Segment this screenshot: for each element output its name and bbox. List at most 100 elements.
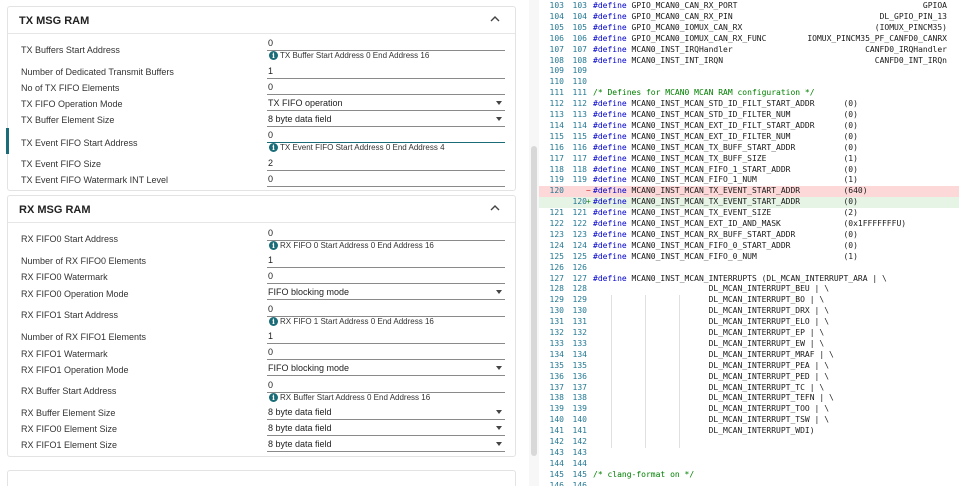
rx-buffer-start-address-input[interactable]: 0	[267, 380, 505, 393]
tx-fifo-operation-mode-select[interactable]: TX FIFO operation	[267, 98, 505, 111]
field-label: RX FIFO0 Element Size	[21, 424, 118, 434]
code-line[interactable]: 123 123 #define MCAN0_INST_MCAN_RX_BUFF_ST…	[539, 230, 959, 241]
scrollbar-thumb[interactable]	[531, 146, 537, 456]
dropdown-arrow-icon	[496, 442, 502, 446]
rx-fifo1-start-address-input[interactable]: 0	[267, 304, 505, 317]
tx-event-fifo-watermark-input[interactable]: 0	[267, 174, 505, 187]
code-line[interactable]: 140 140 DL_MCAN_INTERRUPT_TSW | \	[539, 415, 959, 426]
rx-fifo0-elements-input[interactable]: 1	[267, 255, 505, 268]
line-number-original: 144	[549, 458, 564, 468]
rx-fifo0-element-size-select[interactable]: 8 byte data field	[267, 423, 505, 436]
code-line[interactable]: 104 104 #define GPIO_MCAN0_CAN_RX_PIN DL_GP…	[539, 12, 959, 23]
line-number-original: 119	[549, 175, 564, 185]
code-text: #define MCAN0_INST_MCAN_FIFO_1_START_ADD…	[593, 164, 858, 174]
tx-event-fifo-start-address-input[interactable]: 0	[267, 130, 505, 143]
line-number-modified: 136	[572, 371, 587, 381]
line-number-original: 110	[549, 77, 564, 87]
tx-fifo-elements-input[interactable]: 0	[267, 82, 505, 95]
code-line[interactable]: 126 126	[539, 263, 959, 274]
rx-fifo0-start-address-input[interactable]: 0	[267, 228, 505, 241]
code-line[interactable]: 125 125 #define MCAN0_INST_MCAN_FIFO_0_NUM…	[539, 252, 959, 263]
tx-buffer-element-size-select[interactable]: 8 byte data field	[267, 114, 505, 127]
line-number-modified: 129	[572, 295, 587, 305]
code-line[interactable]: 136 136 DL_MCAN_INTERRUPT_PED | \	[539, 372, 959, 383]
code-text: #define MCAN0_INST_MCAN_TX_EVENT_SIZE (2…	[593, 208, 858, 218]
code-line[interactable]: 130 130 DL_MCAN_INTERRUPT_DRX | \	[539, 306, 959, 317]
line-number-original: 111	[549, 88, 564, 98]
code-line[interactable]: 144 144	[539, 459, 959, 470]
code-line[interactable]: 122 122 #define MCAN0_INST_MCAN_EXT_ID_AND…	[539, 219, 959, 230]
code-line[interactable]: 108 108 #define MCAN0_INST_INT_IRQN CANFD0_…	[539, 56, 959, 67]
tx-buffers-start-address-input[interactable]: 0	[267, 38, 505, 51]
code-line[interactable]: 118 118 #define MCAN0_INST_MCAN_FIFO_1_STA…	[539, 165, 959, 176]
code-line[interactable]: 131 131 DL_MCAN_INTERRUPT_ELO | \	[539, 317, 959, 328]
code-line[interactable]: 124 124 #define MCAN0_INST_MCAN_FIFO_0_STA…	[539, 241, 959, 252]
code-line[interactable]: 142 142	[539, 437, 959, 448]
line-number-modified: 145	[572, 469, 587, 479]
rx-msg-ram-header[interactable]: RX MSG RAM	[8, 196, 515, 223]
code-line[interactable]: 133 133 DL_MCAN_INTERRUPT_EW | \	[539, 339, 959, 350]
code-line[interactable]: 114 114 #define MCAN0_INST_MCAN_EXT_ID_FIL…	[539, 121, 959, 132]
code-text: #define MCAN0_INST_MCAN_STD_ID_FILTER_NU…	[593, 110, 858, 119]
line-number-original: 104	[549, 11, 564, 21]
field-value: 0	[268, 228, 274, 238]
code-line[interactable]: 135 135 DL_MCAN_INTERRUPT_PEA | \	[539, 361, 959, 372]
rx-fifo0-operation-mode-select[interactable]: FIFO blocking mode	[267, 287, 505, 300]
tx-event-fifo-size-input[interactable]: 2	[267, 158, 505, 171]
field-value: 8 byte data field	[268, 439, 332, 449]
dedicated-tx-buffers-input[interactable]: 1	[267, 66, 505, 79]
chevron-up-icon[interactable]	[489, 13, 501, 25]
dropdown-arrow-icon	[496, 117, 502, 121]
code-line[interactable]: 117 117 #define MCAN0_INST_MCAN_TX_BUFF_SI…	[539, 154, 959, 165]
keyword: #define	[593, 219, 627, 228]
code-line[interactable]: 116 116 #define MCAN0_INST_MCAN_TX_BUFF_ST…	[539, 143, 959, 154]
rx-fifo1-operation-mode-select[interactable]: FIFO blocking mode	[267, 363, 505, 376]
code-line[interactable]: 110 110	[539, 77, 959, 88]
rx-fifo1-watermark-input[interactable]: 0	[267, 347, 505, 360]
line-number-modified: 119	[572, 175, 587, 185]
code-line[interactable]: 113 113 #define MCAN0_INST_MCAN_STD_ID_FIL…	[539, 110, 959, 121]
code-text: #define MCAN0_INST_MCAN_FIFO_0_NUM (1)	[593, 251, 858, 261]
keyword: #define	[593, 229, 627, 239]
keyword: #define	[593, 153, 627, 163]
code-line[interactable]: 145 145 /* clang-format on */	[539, 470, 959, 481]
rx-fifo1-elements-input[interactable]: 1	[267, 331, 505, 344]
code-line[interactable]: 134 134 DL_MCAN_INTERRUPT_MRAF | \	[539, 350, 959, 361]
line-number-original: 146	[549, 480, 564, 486]
rx-fifo0-watermark-input[interactable]: 0	[267, 271, 505, 284]
rx-fifo1-element-size-select[interactable]: 8 byte data field	[267, 439, 505, 452]
code-line[interactable]: 138 138 DL_MCAN_INTERRUPT_TEFN | \	[539, 393, 959, 404]
code-line[interactable]: 109 109	[539, 66, 959, 77]
field-label: TX Buffers Start Address	[21, 45, 120, 55]
line-number-original: 129	[549, 295, 564, 305]
next-section-header-cutoff[interactable]	[7, 470, 516, 486]
tx-msg-ram-header[interactable]: TX MSG RAM	[8, 7, 515, 34]
code-line[interactable]: 107 107 #define MCAN0_INST_IRQHandler CANFD…	[539, 45, 959, 56]
code-line[interactable]: 141 141 DL_MCAN_INTERRUPT_WDI)	[539, 426, 959, 437]
chevron-up-icon[interactable]	[489, 202, 501, 214]
rx-buffer-element-size-select[interactable]: 8 byte data field	[267, 407, 505, 420]
code-line[interactable]: 127 127 #define MCAN0_INST_MCAN_INTERRUPTS…	[539, 274, 959, 285]
code-line[interactable]: 106 106 #define GPIO_MCAN0_IOMUX_CAN_RX_FU…	[539, 34, 959, 45]
code-line[interactable]: 115 115 #define MCAN0_INST_MCAN_EXT_ID_FIL…	[539, 132, 959, 143]
code-line[interactable]: 105 105 #define GPIO_MCAN0_IOMUX_CAN_RX (IO…	[539, 23, 959, 34]
diff-deleted-line[interactable]: 120− #define MCAN0_INST_MCAN_TX_EVENT_STA…	[539, 186, 959, 198]
diff-added-line[interactable]: 120 + #define MCAN0_INST_MCAN_TX_EVENT_STA…	[539, 197, 959, 209]
code-line[interactable]: 121 121 #define MCAN0_INST_MCAN_TX_EVENT_S…	[539, 208, 959, 219]
code-line[interactable]: 128 128 DL_MCAN_INTERRUPT_BEU | \	[539, 284, 959, 295]
code-line[interactable]: 103 103 #define GPIO_MCAN0_CAN_RX_PORT GPIO…	[539, 1, 959, 12]
code-line[interactable]: 143 143	[539, 448, 959, 459]
left-pane-scrollbar[interactable]	[529, 0, 539, 486]
code-line[interactable]: 137 137 DL_MCAN_INTERRUPT_TC | \	[539, 383, 959, 394]
code-line[interactable]: 146 146	[539, 481, 959, 486]
code-line[interactable]: 111 111 /* Defines for MCAN0 MCAN RAM conf…	[539, 88, 959, 99]
code-line[interactable]: 129 129 DL_MCAN_INTERRUPT_BO | \	[539, 295, 959, 306]
keyword: #define	[593, 120, 627, 130]
line-number-modified: 109	[572, 66, 587, 76]
code-line[interactable]: 132 132 DL_MCAN_INTERRUPT_EP | \	[539, 328, 959, 339]
code-line[interactable]: 112 112 #define MCAN0_INST_MCAN_STD_ID_FIL…	[539, 99, 959, 110]
dropdown-arrow-icon	[496, 101, 502, 105]
code-line[interactable]: 119 119 #define MCAN0_INST_MCAN_FIFO_1_NUM…	[539, 175, 959, 186]
keyword: #define	[593, 22, 627, 32]
code-line[interactable]: 139 139 DL_MCAN_INTERRUPT_TOO | \	[539, 404, 959, 415]
